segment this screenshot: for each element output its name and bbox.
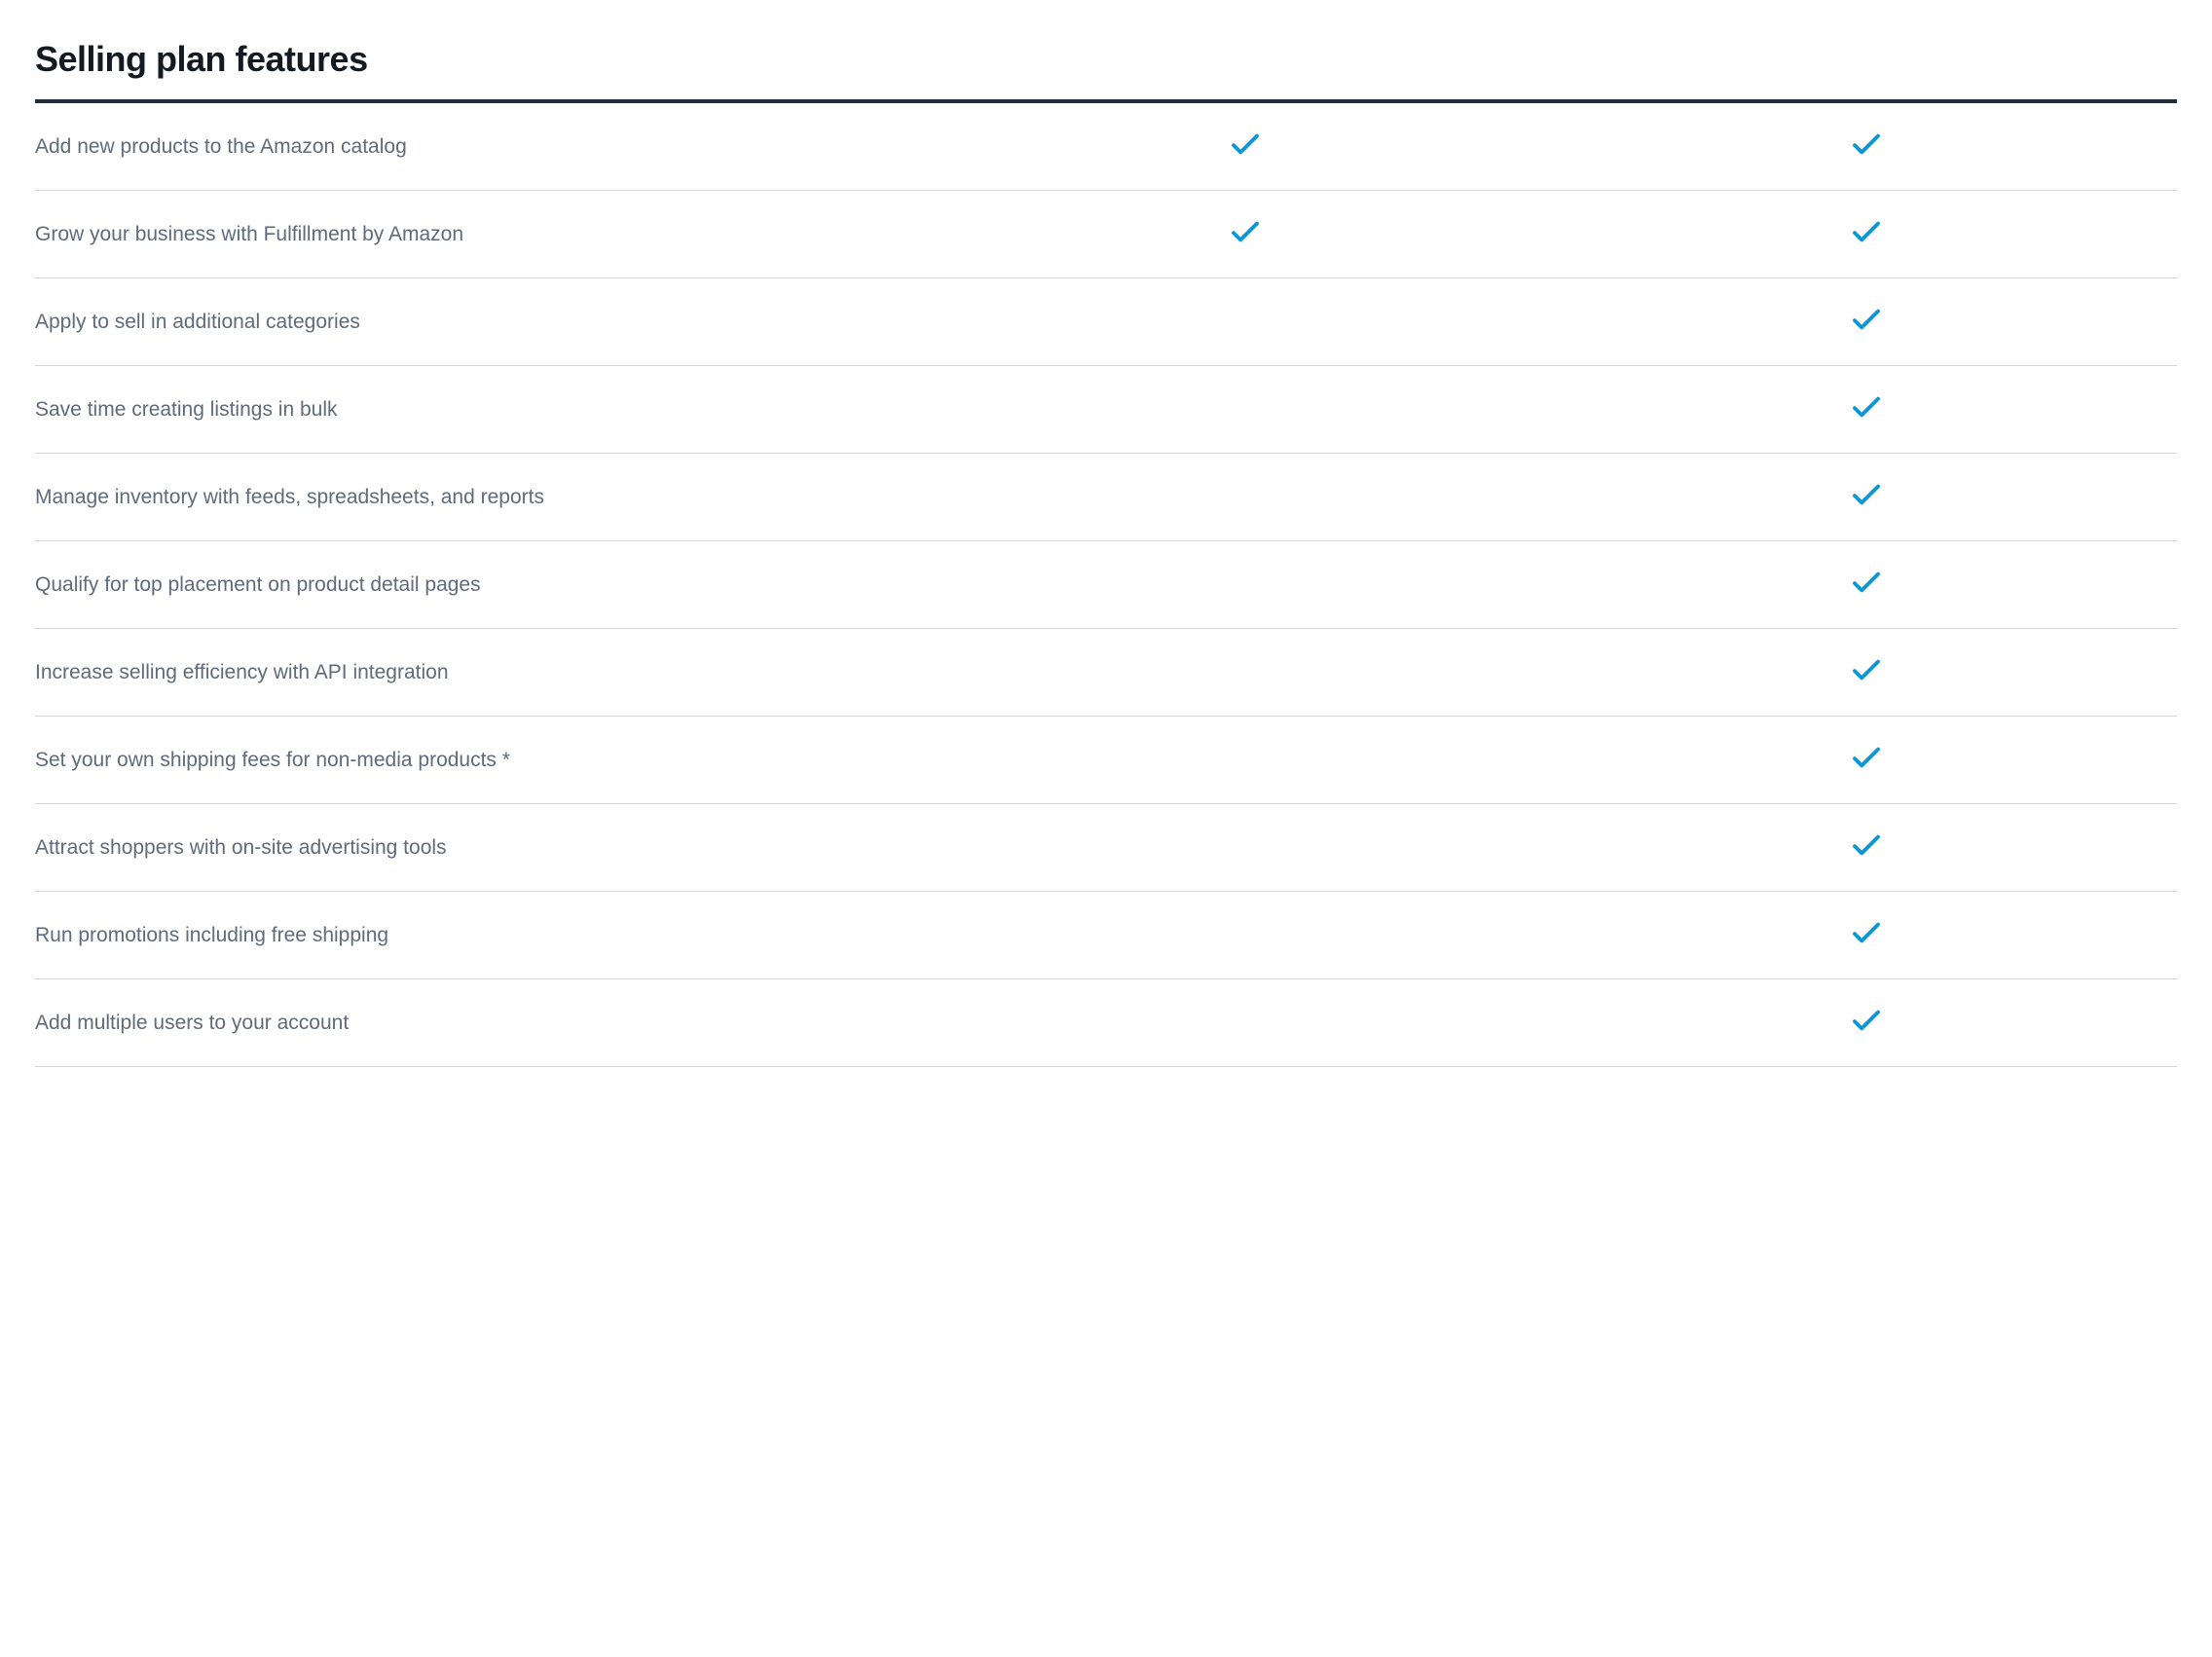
feature-label: Add new products to the Amazon catalog: [35, 101, 935, 191]
feature-col2: [1556, 629, 2177, 717]
feature-col1: [935, 892, 1556, 979]
feature-col2: [1556, 979, 2177, 1067]
feature-row: Manage inventory with feeds, spreadsheet…: [35, 454, 2177, 541]
feature-col1: [935, 804, 1556, 892]
feature-row: Increase selling efficiency with API int…: [35, 629, 2177, 717]
feature-col1: [935, 717, 1556, 804]
check-icon: [1852, 483, 1881, 506]
feature-col2: [1556, 366, 2177, 454]
feature-col2: [1556, 278, 2177, 366]
feature-col1: [935, 366, 1556, 454]
check-icon: [1231, 220, 1260, 243]
feature-row: Grow your business with Fulfillment by A…: [35, 191, 2177, 278]
feature-col2: [1556, 804, 2177, 892]
feature-label: Manage inventory with feeds, spreadsheet…: [35, 454, 935, 541]
feature-row: Add new products to the Amazon catalog: [35, 101, 2177, 191]
feature-row: Add multiple users to your account: [35, 979, 2177, 1067]
check-icon: [1852, 746, 1881, 769]
check-icon: [1852, 658, 1881, 681]
feature-row: Attract shoppers with on-site advertisin…: [35, 804, 2177, 892]
check-icon: [1852, 1009, 1881, 1032]
feature-label: Run promotions including free shipping: [35, 892, 935, 979]
feature-col1: [935, 191, 1556, 278]
check-icon: [1852, 833, 1881, 857]
feature-col2: [1556, 454, 2177, 541]
feature-col1: [935, 629, 1556, 717]
feature-col1: [935, 454, 1556, 541]
feature-label: Grow your business with Fulfillment by A…: [35, 191, 935, 278]
feature-label: Add multiple users to your account: [35, 979, 935, 1067]
check-icon: [1852, 220, 1881, 243]
feature-label: Apply to sell in additional categories: [35, 278, 935, 366]
feature-row: Apply to sell in additional categories: [35, 278, 2177, 366]
feature-label: Attract shoppers with on-site advertisin…: [35, 804, 935, 892]
feature-col2: [1556, 191, 2177, 278]
feature-label: Set your own shipping fees for non-media…: [35, 717, 935, 804]
check-icon: [1852, 132, 1881, 156]
features-table: Add new products to the Amazon catalogGr…: [35, 99, 2177, 1067]
feature-col2: [1556, 101, 2177, 191]
feature-row: Set your own shipping fees for non-media…: [35, 717, 2177, 804]
feature-col1: [935, 101, 1556, 191]
feature-col1: [935, 541, 1556, 629]
check-icon: [1852, 395, 1881, 419]
feature-col2: [1556, 541, 2177, 629]
feature-row: Save time creating listings in bulk: [35, 366, 2177, 454]
check-icon: [1852, 571, 1881, 594]
feature-col1: [935, 979, 1556, 1067]
check-icon: [1852, 921, 1881, 944]
feature-label: Qualify for top placement on product det…: [35, 541, 935, 629]
feature-label: Increase selling efficiency with API int…: [35, 629, 935, 717]
check-icon: [1231, 132, 1260, 156]
section-title: Selling plan features: [35, 39, 2177, 80]
check-icon: [1852, 308, 1881, 331]
feature-row: Qualify for top placement on product det…: [35, 541, 2177, 629]
feature-row: Run promotions including free shipping: [35, 892, 2177, 979]
feature-col1: [935, 278, 1556, 366]
feature-label: Save time creating listings in bulk: [35, 366, 935, 454]
feature-col2: [1556, 892, 2177, 979]
feature-col2: [1556, 717, 2177, 804]
